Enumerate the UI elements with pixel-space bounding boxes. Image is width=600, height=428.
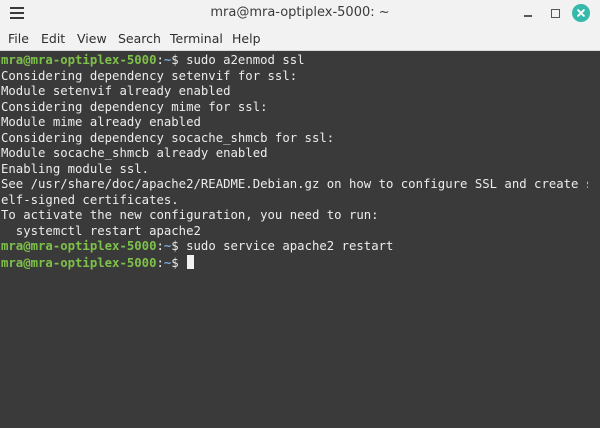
output-line: Module mime already enabled [1,115,201,129]
prompt-symbol: $ [171,239,187,253]
close-icon[interactable] [572,4,590,22]
terminal-output[interactable]: mra@mra-optiplex-5000:~$ sudo a2enmod ss… [0,51,588,428]
output-line: Considering dependency mime for ssl: [1,99,268,114]
menu-edit[interactable]: Edit [41,31,65,46]
output-line: elf-signed certificates. [1,192,179,207]
maximize-icon[interactable] [546,4,566,24]
title-bar[interactable]: mra@mra-optiplex-5000: ~ [0,0,600,28]
command-text: sudo a2enmod ssl [186,53,305,67]
menu-help[interactable]: Help [232,31,261,46]
output-line: Module socache_shmcb already enabled [1,146,268,160]
prompt-symbol: $ [171,53,187,67]
prompt-user-host: mra@mra-optiplex-5000 [1,255,157,270]
command-text: sudo service apache2 restart [186,239,394,253]
output-line: systemctl restart apache2 [1,223,201,238]
prompt-user-host: mra@mra-optiplex-5000 [1,53,157,67]
window-title: mra@mra-optiplex-5000: ~ [210,5,390,20]
output-line: Enabling module ssl. [1,161,150,176]
terminal-line: mra@mra-optiplex-5000:~$ sudo service ap… [1,239,393,255]
menu-search[interactable]: Search [118,31,161,46]
output-line: See /usr/share/doc/apache2/README.Debian… [1,177,588,191]
menu-file[interactable]: File [8,31,29,46]
prompt-symbol: $ [171,255,187,270]
terminal-window: mra@mra-optiplex-5000: ~ File Edit View … [0,0,600,428]
output-line: Module setenvif already enabled [1,84,231,98]
terminal-line: mra@mra-optiplex-5000:~$ sudo a2enmod ss… [1,53,305,69]
output-line: To activate the new configuration, you n… [1,208,379,222]
menu-bar: File Edit View Search Terminal Help [0,28,600,51]
text-cursor [187,254,195,269]
minimize-icon[interactable] [518,4,538,24]
prompt-separator: : [156,53,164,67]
terminal-line: mra@mra-optiplex-5000:~$ [1,254,195,271]
prompt-separator: : [156,255,164,270]
output-line: Considering dependency setenvif for ssl: [1,68,298,83]
menu-terminal[interactable]: Terminal [170,31,223,46]
scrollbar[interactable] [588,51,600,428]
prompt-user-host: mra@mra-optiplex-5000 [1,239,157,253]
prompt-separator: : [156,239,164,253]
menu-view[interactable]: View [77,31,107,46]
output-line: Considering dependency socache_shmcb for… [1,130,335,145]
